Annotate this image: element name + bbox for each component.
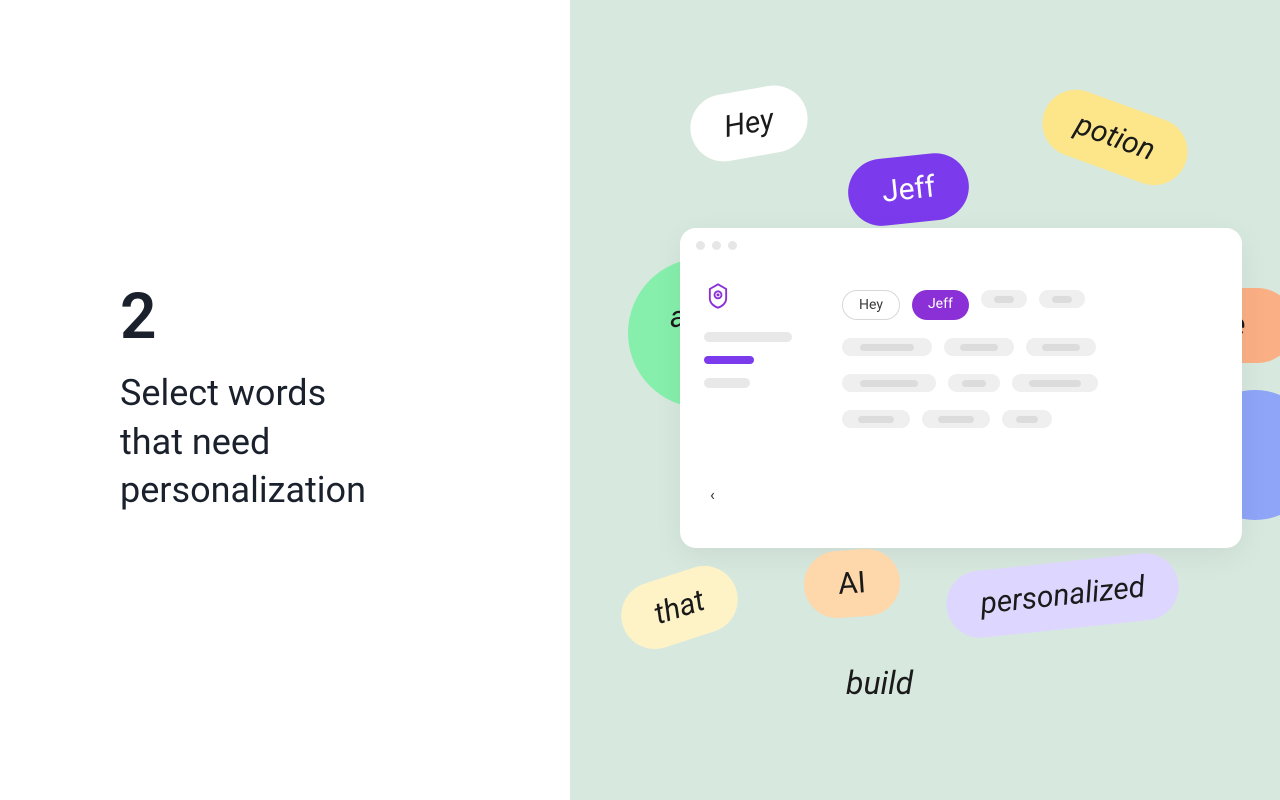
word-bubble-build: build [846,664,913,702]
app-sidebar [704,282,814,428]
sidebar-item-placeholder[interactable] [704,378,750,388]
app-window: Hey Jeff [680,228,1242,548]
word-chip-hey[interactable]: Hey [842,290,900,320]
window-titlebar [680,228,1242,262]
window-dot [728,241,737,250]
word-row [842,410,1218,428]
word-chip-placeholder[interactable] [948,374,1000,392]
word-chip-placeholder[interactable] [1002,410,1052,428]
word-row [842,338,1218,356]
chevron-left-icon[interactable]: ‹ [710,485,715,504]
potion-logo-icon [704,282,732,310]
word-chip-placeholder[interactable] [842,410,910,428]
word-chip-placeholder[interactable] [1039,290,1085,308]
word-bubble-hey: Hey [685,80,813,166]
window-dot [712,241,721,250]
illustration-panel: a Hey Jeff potion e [570,0,1280,800]
word-bubble-potion: potion [1033,80,1197,194]
word-bubble-that: that [613,557,747,657]
sidebar-item-placeholder[interactable] [704,332,792,342]
word-chip-placeholder[interactable] [922,410,990,428]
word-chip-placeholder[interactable] [1012,374,1098,392]
word-chip-jeff[interactable]: Jeff [912,290,969,320]
step-panel: 2 Select words that need personalization [0,0,570,800]
word-bubble-ai: AI [802,547,902,621]
word-row: Hey Jeff [842,290,1218,320]
step-title: Select words that need personalization [120,369,570,515]
step-number: 2 [120,285,570,349]
word-chip-placeholder[interactable] [981,290,1027,308]
word-chip-placeholder[interactable] [944,338,1014,356]
word-chip-placeholder[interactable] [1026,338,1096,356]
word-bubble-jeff: Jeff [845,150,973,229]
sidebar-item-active[interactable] [704,356,754,364]
word-bubble-personalized: personalized [943,550,1182,641]
step-title-line: Select words [120,369,570,418]
word-chip-placeholder[interactable] [842,338,932,356]
step-title-line: personalization [120,466,570,515]
step-title-line: that need [120,418,570,467]
app-content: Hey Jeff [842,282,1218,428]
word-row [842,374,1218,392]
window-dot [696,241,705,250]
word-chip-placeholder[interactable] [842,374,936,392]
